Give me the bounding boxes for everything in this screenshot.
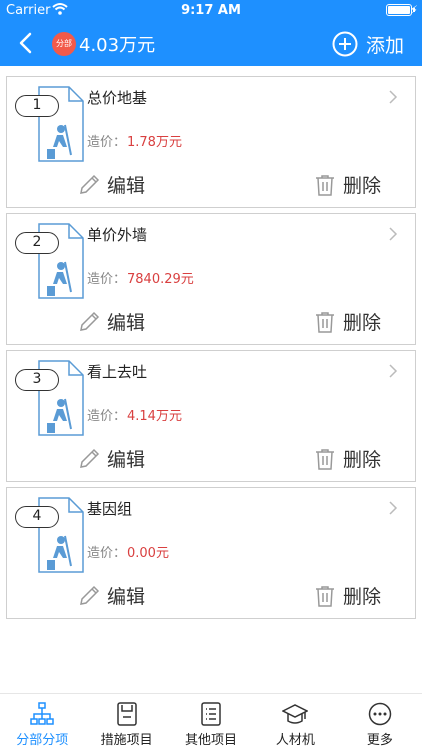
page-title: 4.03万元 — [79, 35, 156, 56]
more-icon — [368, 702, 392, 726]
delete-button[interactable]: 删除 — [313, 582, 381, 609]
tab-label: 措施项目 — [100, 733, 153, 748]
cost-value: 1.78万元 — [127, 135, 182, 150]
cost-label: 造价： — [87, 135, 127, 150]
trash-icon — [316, 174, 334, 196]
edit-button[interactable]: 编辑 — [77, 308, 145, 335]
item-title: 基因组 — [87, 500, 133, 518]
cost-label: 造价： — [87, 546, 127, 561]
edit-label: 编辑 — [107, 449, 146, 471]
pencil-icon — [80, 311, 100, 331]
list-item[interactable]: 1 总价地基 造价： 1.78万元 编辑 删除 — [6, 76, 416, 208]
chevron-right-icon[interactable] — [387, 500, 399, 516]
back-chevron-icon[interactable] — [14, 30, 40, 56]
pencil-icon — [80, 585, 100, 605]
status-time: 9:17 AM — [181, 3, 241, 18]
item-title: 总价地基 — [87, 89, 148, 107]
tab-more[interactable]: 更多 — [338, 694, 422, 750]
nav-bar: 分部 4.03万元 添加 — [0, 22, 422, 66]
item-number: 2 — [15, 232, 59, 254]
trash-icon — [316, 448, 334, 470]
item-title: 单价外墙 — [87, 226, 148, 244]
tab-qita-xiangmu[interactable]: 其他项目 — [169, 694, 253, 750]
tab-label: 其他项目 — [185, 733, 238, 748]
add-button[interactable]: 添加 — [332, 29, 404, 59]
item-number: 1 — [15, 95, 59, 117]
list-item[interactable]: 2 单价外墙 造价： 7840.29元 编辑 删除 — [6, 213, 416, 345]
edit-label: 编辑 — [107, 586, 146, 608]
chevron-right-icon[interactable] — [387, 89, 399, 105]
tab-cuoshi-xiangmu[interactable]: 措施项目 — [84, 694, 168, 750]
cost-label: 造价： — [87, 272, 127, 287]
list-icon — [201, 702, 221, 726]
cost-value: 7840.29元 — [127, 272, 194, 287]
charging-icon: ⚡ — [409, 3, 418, 17]
cost-value: 4.14万元 — [127, 409, 182, 424]
edit-label: 编辑 — [107, 175, 146, 197]
edit-button[interactable]: 编辑 — [77, 582, 145, 609]
tab-rencaiji[interactable]: 人材机 — [253, 694, 337, 750]
delete-label: 删除 — [343, 586, 382, 608]
delete-label: 删除 — [343, 312, 382, 334]
cost-value: 0.00元 — [127, 546, 169, 561]
top-bar: Carrier 9:17 AM ⚡ 分部 4.03万元 添加 — [0, 0, 422, 66]
trash-icon — [316, 585, 334, 607]
edit-button[interactable]: 编辑 — [77, 171, 145, 198]
chevron-right-icon[interactable] — [387, 363, 399, 379]
delete-button[interactable]: 删除 — [313, 308, 381, 335]
pencil-icon — [80, 448, 100, 468]
chevron-right-icon[interactable] — [387, 226, 399, 242]
item-number: 4 — [15, 506, 59, 528]
tab-label: 人材机 — [275, 733, 315, 748]
add-label: 添加 — [365, 34, 404, 57]
item-number: 3 — [15, 369, 59, 391]
plus-circle-icon — [332, 31, 358, 57]
document-icon — [116, 702, 137, 726]
cost-label: 造价： — [87, 409, 127, 424]
edit-label: 编辑 — [107, 312, 146, 334]
graduation-cap-icon — [282, 704, 309, 724]
delete-button[interactable]: 删除 — [313, 445, 381, 472]
hierarchy-icon — [30, 702, 54, 725]
delete-label: 删除 — [343, 175, 382, 197]
battery-icon — [386, 4, 415, 16]
item-title: 看上去吐 — [87, 363, 148, 381]
tab-label: 分部分项 — [16, 733, 69, 748]
trash-icon — [316, 311, 334, 333]
pencil-icon — [80, 174, 100, 194]
status-bar: Carrier 9:17 AM ⚡ — [0, 0, 422, 22]
edit-button[interactable]: 编辑 — [77, 445, 145, 472]
tab-bar: 分部分项 措施项目 其他项目 人材机 更多 — [0, 693, 422, 750]
delete-button[interactable]: 删除 — [313, 171, 381, 198]
tab-label: 更多 — [366, 733, 393, 748]
list-item[interactable]: 3 看上去吐 造价： 4.14万元 编辑 删除 — [6, 350, 416, 482]
section-badge: 分部 — [52, 32, 76, 56]
tab-fenbu-fenxiang[interactable]: 分部分项 — [0, 694, 84, 750]
delete-label: 删除 — [343, 449, 382, 471]
list-item[interactable]: 4 基因组 造价： 0.00元 编辑 删除 — [6, 487, 416, 619]
